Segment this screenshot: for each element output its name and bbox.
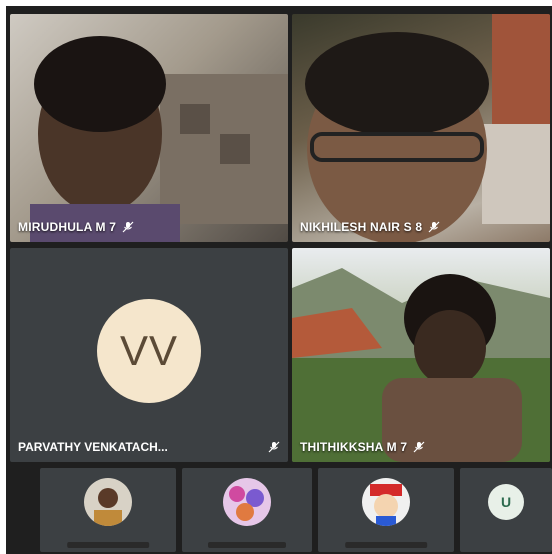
- participant-tile-nikhilesh[interactable]: NIKHILESH NAIR S 8: [292, 14, 550, 242]
- participant-thumbnail[interactable]: [40, 468, 176, 552]
- participant-name-label: PARVATHY VENKATACH...: [18, 440, 280, 454]
- avatar: U: [488, 484, 524, 520]
- participant-name-label: MIRUDHULA M 7: [18, 220, 134, 234]
- participant-name-label: [208, 542, 286, 548]
- mic-off-icon: [413, 441, 425, 453]
- participant-name: THITHIKKSHA M 7: [300, 440, 408, 454]
- participant-name-label: [345, 542, 427, 548]
- participant-name: NIKHILESH NAIR S 8: [300, 220, 423, 234]
- flowers-avatar: [223, 478, 271, 526]
- participant-thumbnail[interactable]: [318, 468, 454, 552]
- avatar: VV: [97, 298, 201, 403]
- video-call-grid: MIRUDHULA M 7 NIKHILESH NAIR S 8 VV PARV…: [6, 6, 552, 554]
- participant-thumbnail[interactable]: [182, 468, 312, 552]
- participant-name-label: [67, 542, 149, 548]
- participant-video: [292, 268, 550, 462]
- mic-off-icon: [428, 221, 440, 233]
- participant-tile-mirudhula[interactable]: MIRUDHULA M 7: [10, 14, 288, 242]
- participant-thumbnail[interactable]: U: [460, 468, 552, 552]
- participant-name: MIRUDHULA M 7: [18, 220, 117, 234]
- participant-name-label: THITHIKKSHA M 7: [300, 440, 425, 454]
- person-photo-avatar: [84, 478, 132, 526]
- participant-name-label: NIKHILESH NAIR S 8: [300, 220, 440, 234]
- mic-off-icon: [122, 221, 134, 233]
- participant-video: [30, 36, 288, 242]
- participant-tile-thithikksha[interactable]: THITHIKKSHA M 7: [292, 248, 550, 462]
- participant-thumbnail-strip: U: [6, 466, 552, 554]
- participant-video: [305, 14, 550, 242]
- mic-off-icon: [268, 441, 280, 453]
- participant-tile-parvathy[interactable]: VV PARVATHY VENKATACH...: [10, 248, 288, 462]
- cartoon-avatar: [362, 478, 410, 526]
- participant-name: PARVATHY VENKATACH...: [18, 440, 168, 454]
